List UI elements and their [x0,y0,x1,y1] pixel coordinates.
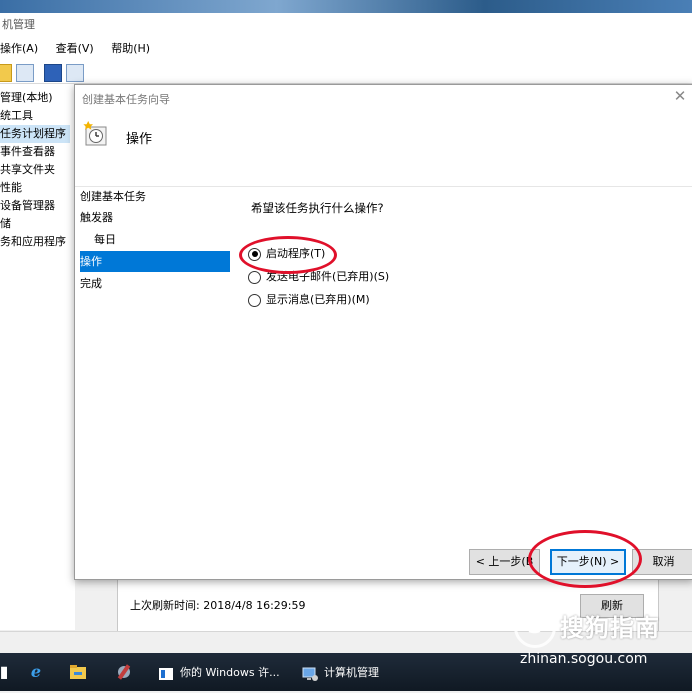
taskbar-app-computer-management[interactable]: 计算机管理 [302,659,379,687]
option-label: 显示消息(已弃用)(M) [266,293,370,306]
help-icon[interactable] [44,64,62,82]
tree-item-task-scheduler[interactable]: 任务计划程序 [0,125,70,143]
toolbar [0,61,692,84]
option-send-email[interactable]: 发送电子邮件(已弃用)(S) [248,268,389,286]
menu-view[interactable]: 查看(V) [56,37,94,61]
tree-item-services-apps[interactable]: 务和应用程序 [0,233,66,251]
step-trigger: 触发器 [80,211,113,224]
last-refresh-time: 上次刷新时间: 2018/4/8 16:29:59 [130,599,306,612]
tree-item-storage[interactable]: 储 [0,215,11,233]
tree-item-shared-folders[interactable]: 共享文件夹 [0,161,55,179]
next-button[interactable]: 下一步(N) > [550,549,626,575]
tree-item-system-tools[interactable]: 统工具 [0,107,33,125]
sogou-logo-icon: S [514,606,556,648]
cancel-button[interactable]: 取消 [632,549,692,575]
radio-display-message[interactable] [248,293,261,307]
step-finish: 完成 [80,277,102,290]
watermark-brand: 搜狗指南 [560,614,660,642]
option-label: 发送电子邮件(已弃用)(S) [266,270,390,283]
step-create-basic-task: 创建基本任务 [80,190,146,203]
step-action: 操作 [80,251,230,272]
start-icon[interactable]: ▮ [0,662,14,682]
task-clock-icon [83,121,107,146]
back-button[interactable]: < 上一步(B [469,549,540,575]
taskbar-app-label: 你的 Windows 许... [180,666,280,679]
action-question: 希望该任务执行什么操作? [251,201,384,215]
step-daily: 每日 [94,233,116,246]
create-basic-task-wizard: 创建基本任务向导 ✕ 操作 创建基本任务 触发器 每日 操作 完成 希望该任务执… [74,84,692,580]
radio-send-email[interactable] [248,270,261,284]
desktop-wallpaper [0,0,692,13]
radio-start-program[interactable] [248,247,261,261]
menu-bar: 操作(A) 查看(V) 帮助(H) [0,37,692,62]
taskbar-app-label: 计算机管理 [324,666,379,679]
properties-icon[interactable] [66,64,84,82]
option-start-program[interactable]: 启动程序(T) [248,245,325,263]
wizard-steps: 创建基本任务 触发器 每日 操作 完成 [75,186,235,579]
folder-icon[interactable] [0,64,12,82]
file-explorer-icon[interactable] [68,662,88,682]
management-tools-icon[interactable] [114,662,134,682]
wizard-heading: 操作 [126,132,153,147]
tree-item-event-viewer[interactable]: 事件查看器 [0,143,55,161]
footer-divider [75,537,692,538]
console-tree: 管理(本地) 统工具 任务计划程序 事件查看器 共享文件夹 性能 设备管理器 储… [0,84,75,630]
watermark-url: zhinan.sogou.com [520,651,648,667]
tree-item-performance[interactable]: 性能 [0,179,22,197]
tree-item-root[interactable]: 管理(本地) [0,89,53,107]
internet-explorer-icon[interactable]: e [26,662,46,682]
taskbar-app-windows-license[interactable]: 你的 Windows 许... [158,659,280,687]
option-display-message[interactable]: 显示消息(已弃用)(M) [248,291,370,309]
tree-item-device-manager[interactable]: 设备管理器 [0,197,55,215]
wizard-title: 创建基本任务向导 [82,93,170,106]
close-icon[interactable]: ✕ [671,87,689,105]
windows-license-icon [158,665,174,681]
menu-action[interactable]: 操作(A) [0,37,38,61]
window-title: 机管理 [0,13,692,37]
list-view-icon[interactable] [16,64,34,82]
menu-help[interactable]: 帮助(H) [111,37,150,61]
computer-management-icon [302,665,318,681]
option-label: 启动程序(T) [266,247,326,260]
